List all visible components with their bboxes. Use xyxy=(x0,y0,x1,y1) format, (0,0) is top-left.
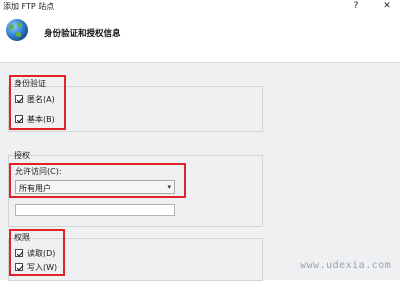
window-title: 添加 FTP 站点 xyxy=(3,2,55,11)
anonymous-label[interactable]: 匿名(A) xyxy=(27,94,55,105)
write-checkbox[interactable] xyxy=(15,263,24,271)
watermark: www.udexia.com xyxy=(300,260,392,271)
read-checkbox[interactable] xyxy=(15,249,24,257)
close-button[interactable]: ✕ xyxy=(380,0,394,13)
allow-access-value: 所有用户 xyxy=(19,184,51,193)
allow-access-dropdown[interactable]: 所有用户 ▾ xyxy=(15,180,175,194)
read-label[interactable]: 读取(D) xyxy=(27,248,55,259)
authentication-title: 身份验证 xyxy=(14,79,46,88)
permissions-title: 权限 xyxy=(14,233,30,242)
globe-icon xyxy=(6,19,28,41)
user-input[interactable] xyxy=(15,204,175,216)
basic-label[interactable]: 基本(B) xyxy=(27,114,55,125)
write-label[interactable]: 写入(W) xyxy=(27,262,57,273)
title-bar: 添加 FTP 站点 ? ✕ xyxy=(0,0,400,14)
chevron-down-icon[interactable]: ▾ xyxy=(167,183,171,191)
basic-checkbox[interactable] xyxy=(15,115,24,123)
allow-access-label: 允许访问(C): xyxy=(15,167,62,176)
anonymous-checkbox[interactable] xyxy=(15,95,24,103)
help-button[interactable]: ? xyxy=(349,0,363,13)
authorization-title: 授权 xyxy=(14,151,30,160)
page-heading: 身份验证和授权信息 xyxy=(44,29,121,39)
